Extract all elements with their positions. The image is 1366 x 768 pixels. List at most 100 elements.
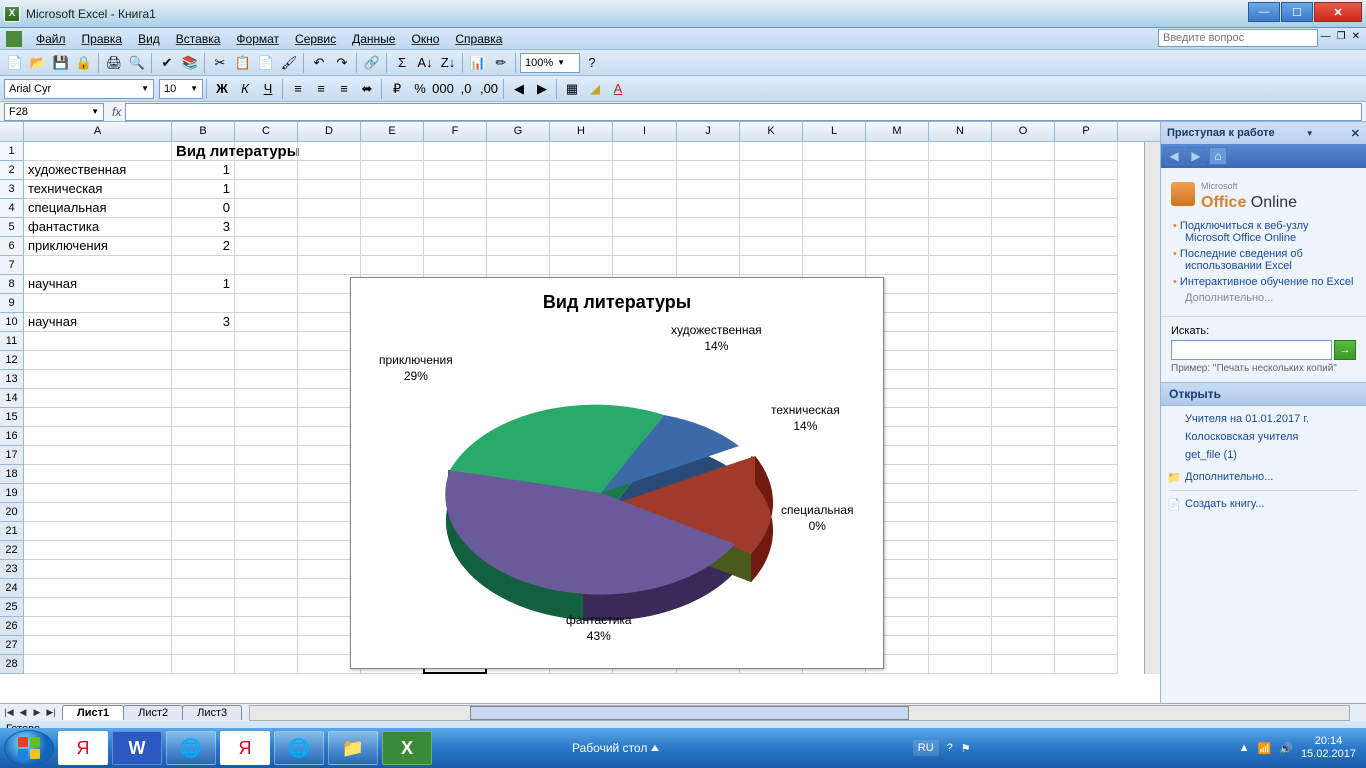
cell-O17[interactable] <box>992 446 1055 465</box>
cell-B24[interactable] <box>172 579 235 598</box>
nav-forward-icon[interactable]: ▶ <box>1187 147 1205 165</box>
cell-B19[interactable] <box>172 484 235 503</box>
select-all-corner[interactable] <box>0 122 24 141</box>
col-header-G[interactable]: G <box>487 122 550 141</box>
cell-I2[interactable] <box>613 161 677 180</box>
cell-O14[interactable] <box>992 389 1055 408</box>
cell-D1[interactable] <box>298 142 361 161</box>
cell-L5[interactable] <box>803 218 866 237</box>
cell-B21[interactable] <box>172 522 235 541</box>
cell-P3[interactable] <box>1055 180 1118 199</box>
cell-O11[interactable] <box>992 332 1055 351</box>
cell-N11[interactable] <box>929 332 992 351</box>
cell-I1[interactable] <box>613 142 677 161</box>
decrease-decimal-icon[interactable]: ,00 <box>478 78 500 100</box>
cell-C18[interactable] <box>235 465 298 484</box>
cell-G7[interactable] <box>487 256 550 275</box>
spelling-icon[interactable]: ✔ <box>156 52 178 74</box>
cell-P26[interactable] <box>1055 617 1118 636</box>
cell-A6[interactable]: приключения <box>24 237 172 256</box>
cell-K7[interactable] <box>740 256 803 275</box>
print-icon[interactable]: 🖨 <box>103 52 125 74</box>
start-button[interactable] <box>4 730 54 766</box>
permission-icon[interactable]: 🔒 <box>73 52 95 74</box>
cell-O6[interactable] <box>992 237 1055 256</box>
row-header-21[interactable]: 21 <box>0 522 24 541</box>
cell-A8[interactable]: научная <box>24 275 172 294</box>
cell-C26[interactable] <box>235 617 298 636</box>
cell-P12[interactable] <box>1055 351 1118 370</box>
cell-A24[interactable] <box>24 579 172 598</box>
format-painter-icon[interactable]: 🖌 <box>278 52 300 74</box>
cell-O15[interactable] <box>992 408 1055 427</box>
cell-K6[interactable] <box>740 237 803 256</box>
col-header-A[interactable]: A <box>24 122 172 141</box>
cell-B12[interactable] <box>172 351 235 370</box>
cell-H1[interactable] <box>550 142 613 161</box>
open-icon[interactable]: 📂 <box>27 52 49 74</box>
doc-restore-icon[interactable]: ❐ <box>1335 31 1348 42</box>
cell-N9[interactable] <box>929 294 992 313</box>
save-icon[interactable]: 💾 <box>50 52 72 74</box>
cell-M5[interactable] <box>866 218 929 237</box>
taskbar-excel-icon[interactable]: X <box>382 731 432 765</box>
help-tray-icon[interactable]: ? <box>947 742 953 754</box>
cell-B4[interactable]: 0 <box>172 199 235 218</box>
row-header-13[interactable]: 13 <box>0 370 24 389</box>
tp-link-1[interactable]: Последние сведения об использовании Exce… <box>1185 248 1356 272</box>
cell-B28[interactable] <box>172 655 235 674</box>
menu-правка[interactable]: Правка <box>74 30 131 48</box>
help-search-box[interactable] <box>1158 29 1318 47</box>
cell-N5[interactable] <box>929 218 992 237</box>
pie-chart[interactable]: Вид литературы <box>350 277 884 669</box>
cell-B17[interactable] <box>172 446 235 465</box>
cell-D7[interactable] <box>298 256 361 275</box>
bold-icon[interactable]: Ж <box>211 78 233 100</box>
cell-B16[interactable] <box>172 427 235 446</box>
desktop-arrow-icon[interactable] <box>651 745 659 751</box>
row-header-16[interactable]: 16 <box>0 427 24 446</box>
volume-tray-icon[interactable]: 🔊 <box>1279 742 1293 755</box>
cell-I3[interactable] <box>613 180 677 199</box>
cell-O27[interactable] <box>992 636 1055 655</box>
cell-G2[interactable] <box>487 161 550 180</box>
cell-C6[interactable] <box>235 237 298 256</box>
redo-icon[interactable]: ↷ <box>331 52 353 74</box>
cell-B25[interactable] <box>172 598 235 617</box>
open-more-link[interactable]: Дополнительно... <box>1161 468 1366 486</box>
font-color-icon[interactable]: A <box>607 78 629 100</box>
cell-G4[interactable] <box>487 199 550 218</box>
cell-O22[interactable] <box>992 541 1055 560</box>
cell-C25[interactable] <box>235 598 298 617</box>
cell-C17[interactable] <box>235 446 298 465</box>
cell-P8[interactable] <box>1055 275 1118 294</box>
excel-menu-icon[interactable] <box>6 31 22 47</box>
cell-E3[interactable] <box>361 180 424 199</box>
cell-F4[interactable] <box>424 199 487 218</box>
row-header-26[interactable]: 26 <box>0 617 24 636</box>
cell-N28[interactable] <box>929 655 992 674</box>
cell-O1[interactable] <box>992 142 1055 161</box>
cell-O13[interactable] <box>992 370 1055 389</box>
undo-icon[interactable]: ↶ <box>308 52 330 74</box>
cell-P14[interactable] <box>1055 389 1118 408</box>
cell-P6[interactable] <box>1055 237 1118 256</box>
tab-next-icon[interactable]: ▶ <box>30 707 44 718</box>
cell-I5[interactable] <box>613 218 677 237</box>
cell-A23[interactable] <box>24 560 172 579</box>
cell-L4[interactable] <box>803 199 866 218</box>
cell-J1[interactable] <box>677 142 740 161</box>
cell-A17[interactable] <box>24 446 172 465</box>
cell-O20[interactable] <box>992 503 1055 522</box>
cell-O12[interactable] <box>992 351 1055 370</box>
cell-C7[interactable] <box>235 256 298 275</box>
taskbar-chrome-icon[interactable]: 🌐 <box>166 731 216 765</box>
cell-N20[interactable] <box>929 503 992 522</box>
menu-вставка[interactable]: Вставка <box>168 30 229 48</box>
zoom-combo[interactable]: 100%▼ <box>520 53 580 73</box>
recent-file-2[interactable]: get_file (1) <box>1161 446 1366 464</box>
align-center-icon[interactable]: ≡ <box>310 78 332 100</box>
cell-M4[interactable] <box>866 199 929 218</box>
search-input[interactable] <box>1171 340 1332 360</box>
cell-B11[interactable] <box>172 332 235 351</box>
